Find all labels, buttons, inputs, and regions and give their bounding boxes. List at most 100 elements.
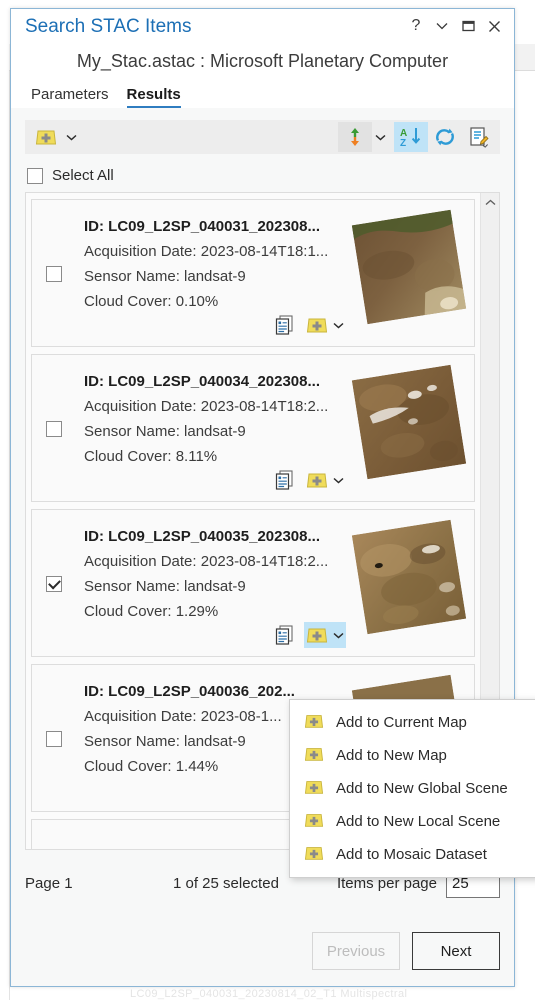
svg-text:Z: Z <box>400 138 406 148</box>
menu-item-label: Add to New Global Scene <box>336 780 508 797</box>
edit-metadata-shape <box>470 127 489 148</box>
satellite-image-shape-1 <box>351 209 467 325</box>
result-cloud-cover: Cloud Cover: 8.11% <box>84 448 218 465</box>
result-checkbox[interactable] <box>46 421 62 437</box>
view-metadata-shape <box>275 625 293 645</box>
sort-direction-icon[interactable] <box>338 122 372 152</box>
result-card[interactable]: ID: LC09_L2SP_040035_202308... Acquisiti… <box>31 509 475 657</box>
tab-parameters[interactable]: Parameters <box>31 86 109 108</box>
result-fields: ID: LC09_L2SP_040035_202308... Acquisiti… <box>84 524 328 624</box>
help-icon[interactable]: ? <box>404 15 428 37</box>
caret-down-shape <box>333 477 343 484</box>
result-id: ID: LC09_L2SP_040035_202308... <box>84 528 320 545</box>
result-cloud-cover: Cloud Cover: 1.29% <box>84 603 219 620</box>
add-to-map-shape <box>35 130 57 145</box>
background-caption: LC09_L2SP_040031_20230814_02_T1 Multispe… <box>130 988 408 1000</box>
menu-item-label: Add to Current Map <box>336 714 467 731</box>
add-to-map-icon <box>304 745 324 767</box>
add-to-map-caret-icon[interactable] <box>63 134 79 141</box>
result-acquisition-date: Acquisition Date: 2023-08-14T18:2... <box>84 398 329 415</box>
sort-az-shape: A Z <box>400 128 421 148</box>
close-shape <box>488 20 500 32</box>
add-to-map-menu: Add to Current Map Add to New Map Add to… <box>289 699 535 878</box>
result-add-group <box>304 312 346 338</box>
result-checkbox[interactable] <box>46 731 62 747</box>
toolbar-left-group <box>29 122 79 152</box>
select-all-row[interactable]: Select All <box>27 167 500 184</box>
add-to-map-icon <box>304 712 324 734</box>
sort-direction-caret-icon[interactable] <box>372 122 388 152</box>
maximize-icon[interactable] <box>456 15 480 37</box>
search-stac-items-dialog: Search STAC Items ? My_Stac.astac: Micr… <box>10 8 535 987</box>
result-thumbnail <box>349 515 467 641</box>
result-acquisition-date: Acquisition Date: 2023-08-1... <box>84 708 282 725</box>
view-metadata-shape <box>275 315 293 335</box>
menu-item-add-to-new-local-scene[interactable]: Add to New Local Scene <box>290 805 535 838</box>
view-metadata-icon[interactable] <box>272 312 298 338</box>
result-acquisition-date: Acquisition Date: 2023-08-14T18:1... <box>84 243 329 260</box>
result-checkbox[interactable] <box>46 266 62 282</box>
chevron-down-icon[interactable] <box>430 15 454 37</box>
results-footer: Page 1 1 of 25 selected Items per page P… <box>25 868 500 978</box>
add-to-map-shape <box>306 473 328 488</box>
add-to-map-shape <box>306 318 328 333</box>
menu-item-add-to-current-map[interactable]: Add to Current Map <box>290 706 535 739</box>
add-to-map-icon[interactable] <box>29 122 63 152</box>
add-to-map-shape <box>304 747 324 761</box>
view-metadata-icon[interactable] <box>272 467 298 493</box>
background-left-rail <box>0 0 10 1000</box>
menu-item-label: Add to New Map <box>336 747 447 764</box>
add-to-map-icon <box>304 778 324 800</box>
result-actions <box>272 312 346 338</box>
titlebar-buttons: ? <box>404 15 506 37</box>
add-to-map-icon <box>304 811 324 833</box>
add-to-map-shape <box>304 780 324 794</box>
sort-direction-shape <box>351 128 359 146</box>
add-to-map-caret-icon[interactable] <box>330 632 346 639</box>
menu-item-add-to-new-global-scene[interactable]: Add to New Global Scene <box>290 772 535 805</box>
tab-results[interactable]: Results <box>126 86 181 108</box>
satellite-image-shape-2 <box>351 364 467 480</box>
result-card[interactable]: ID: LC09_L2SP_040034_202308... Acquisiti… <box>31 354 475 502</box>
result-sensor-name: Sensor Name: landsat-9 <box>84 578 246 595</box>
dialog-titlebar: Search STAC Items ? <box>11 9 514 47</box>
satellite-image-1 <box>351 209 467 325</box>
stac-source-subtitle: My_Stac.astac : Microsoft Planetary Comp… <box>11 47 514 72</box>
view-metadata-icon[interactable] <box>272 622 298 648</box>
close-icon[interactable] <box>482 15 506 37</box>
result-add-group-open <box>304 622 346 648</box>
add-to-map-icon[interactable] <box>304 622 330 648</box>
result-card[interactable]: ID: LC09_L2SP_040031_202308... Acquisiti… <box>31 199 475 347</box>
add-to-map-icon[interactable] <box>304 312 330 338</box>
result-actions <box>272 467 346 493</box>
dialog-title: Search STAC Items <box>25 16 192 37</box>
menu-item-add-to-new-map[interactable]: Add to New Map <box>290 739 535 772</box>
result-id: ID: LC09_L2SP_040036_202... <box>84 683 295 700</box>
menu-item-label: Add to Mosaic Dataset <box>336 846 487 863</box>
caret-down-shape <box>333 322 343 329</box>
result-sensor-name: Sensor Name: landsat-9 <box>84 268 246 285</box>
previous-button[interactable]: Previous <box>312 932 400 970</box>
result-actions <box>272 622 346 648</box>
result-checkbox[interactable] <box>46 576 62 592</box>
scroll-up-icon[interactable] <box>481 193 499 212</box>
menu-item-add-to-mosaic-dataset[interactable]: Add to Mosaic Dataset <box>290 838 535 871</box>
add-to-map-icon <box>304 844 324 866</box>
result-sensor-name: Sensor Name: landsat-9 <box>84 733 246 750</box>
edit-metadata-icon[interactable] <box>462 122 496 152</box>
result-cloud-cover: Cloud Cover: 0.10% <box>84 293 219 310</box>
sort-az-icon[interactable]: A Z <box>394 122 428 152</box>
add-to-map-caret-icon[interactable] <box>330 322 346 329</box>
add-to-map-caret-icon[interactable] <box>330 477 346 484</box>
add-to-map-icon[interactable] <box>304 467 330 493</box>
menu-item-label: Add to New Local Scene <box>336 813 501 830</box>
refresh-icon[interactable] <box>428 122 462 152</box>
add-to-map-shape <box>304 846 324 860</box>
maximize-shape <box>461 20 475 32</box>
add-to-map-shape <box>306 628 328 643</box>
next-button[interactable]: Next <box>412 932 500 970</box>
select-all-checkbox[interactable] <box>27 167 43 184</box>
chevron-up-shape <box>485 199 495 206</box>
help-glyph: ? <box>411 17 421 34</box>
result-id: ID: LC09_L2SP_040031_202308... <box>84 218 320 235</box>
